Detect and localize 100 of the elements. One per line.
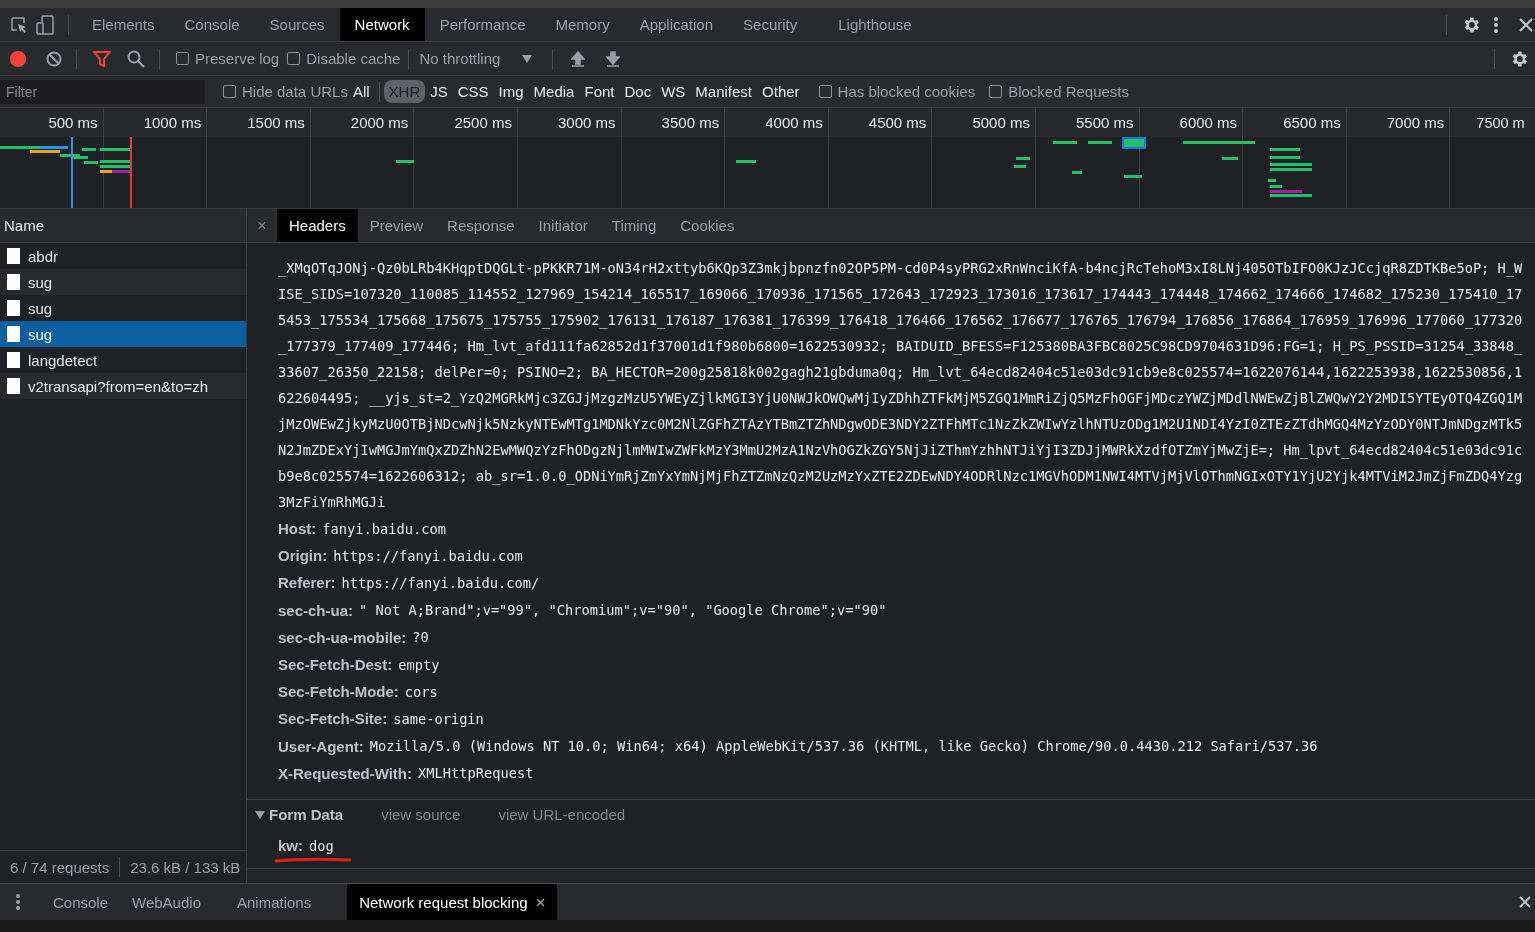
request-row[interactable]: sug — [0, 321, 246, 347]
form-field-name: kw: — [278, 837, 303, 855]
status-text: 6 / 74 requests — [9, 858, 111, 876]
time-tick-label: 500 ms — [48, 114, 98, 131]
header-value: ISE_SIDS=107320_110085_114552_127969_154214_165517_169066_170936_171565_172643_172923_173016_173617_174443_174448_174662_174666_174682_175230_175410_17 — [278, 286, 1523, 302]
checkbox-label: Preserve log — [195, 50, 280, 67]
request-row[interactable]: v2transapi?from=en&to=zh — [0, 373, 246, 399]
type-filter[interactable]: Img — [493, 80, 529, 103]
close-icon[interactable] — [1519, 17, 1533, 32]
time-tick-label: 5500 ms — [1076, 114, 1134, 131]
header-value: https://fanyi.baidu.com — [333, 547, 523, 564]
view-link[interactable]: view URL-encoded — [498, 806, 626, 824]
header-value: 622604495; __yjs_st=2_YzQ2MGRkMjc3ZGJjMzgzMzU5YWEyZjlkMGI3YjU0NWJkOWQwMjIyZDhhZTFkMjM5ZGQ1MmRiZjQ5MzFhOGFjMDczYWZjMDdlNWEwZjBlZWQwY2Y2MDI5YTEyOTQ4ZGQ1M — [278, 390, 1523, 406]
header-value: cors — [404, 683, 438, 700]
filter-icon[interactable] — [93, 50, 111, 67]
header-name: Sec-Fetch-Site: — [278, 710, 388, 728]
header-name: X-Requested-With: — [278, 764, 413, 782]
drawer-tab[interactable]: WebAudio — [120, 884, 213, 920]
details-tab[interactable]: Initiator — [526, 209, 600, 242]
time-tick-label: 1500 ms — [247, 114, 305, 131]
header-name: Referer: — [278, 574, 336, 592]
header-name: Origin: — [278, 547, 328, 565]
drawer-tab[interactable]: Console — [41, 884, 121, 920]
close-icon[interactable]: × — [247, 216, 277, 235]
time-tick-label: 7500 m — [1476, 114, 1525, 131]
type-filter[interactable]: WS — [656, 80, 691, 103]
header-name: Sec-Fetch-Dest: — [278, 656, 393, 674]
checkbox[interactable] — [287, 52, 301, 65]
more-options-icon[interactable] — [1493, 15, 1499, 34]
expand-triangle-icon[interactable] — [255, 810, 265, 819]
header-value: empty — [398, 656, 440, 673]
checkbox-label: Blocked Requests — [1008, 83, 1130, 100]
header-value: _177379_177409_177446; Hm_lvt_afd111fa62852d1f37001d1f980b6800=1622530932; BAIDUID_BFESS=F125380BA3FBC8025C98CD9704631D96:FG=1; H_PS_PSSID=31254_33848_ — [278, 338, 1523, 354]
throttling-dropdown[interactable]: No throttling — [419, 50, 501, 67]
type-filter[interactable]: Font — [579, 80, 620, 103]
more-options-icon[interactable] — [15, 893, 21, 911]
close-icon[interactable] — [1519, 896, 1531, 908]
time-tick-label: 2000 ms — [350, 114, 409, 131]
details-tab[interactable]: Cookies — [668, 209, 747, 242]
header-value: fanyi.baidu.com — [322, 520, 446, 537]
time-tick-label: 4500 ms — [868, 114, 927, 131]
download-icon[interactable] — [606, 50, 621, 67]
panel-tab[interactable]: Network — [339, 8, 425, 41]
section-title[interactable]: Form Data — [269, 806, 344, 824]
details-tab[interactable]: Response — [435, 209, 527, 242]
checkbox-label: Disable cache — [306, 50, 401, 67]
details-tab[interactable]: Headers — [277, 209, 358, 242]
type-filter[interactable]: Manifest — [690, 80, 758, 103]
time-tick-label: 2500 ms — [454, 114, 512, 131]
type-filter[interactable]: Media — [528, 80, 580, 103]
type-filter[interactable]: All — [347, 80, 375, 103]
panel-tab[interactable]: Lighthouse — [812, 8, 927, 41]
type-filter[interactable]: Other — [757, 80, 805, 103]
status-text: 23.6 kB / 133 kB — [129, 858, 242, 876]
clear-icon[interactable] — [46, 50, 62, 67]
panel-tab[interactable]: Elements — [77, 8, 170, 41]
upload-icon[interactable] — [571, 50, 586, 67]
header-name: sec-ch-ua: — [278, 601, 354, 619]
header-value: same-origin — [393, 710, 484, 727]
checkbox[interactable] — [176, 52, 189, 65]
checkbox-label: Hide data URLs — [242, 83, 348, 100]
record-icon[interactable] — [10, 50, 26, 67]
type-filter[interactable]: CSS — [452, 80, 494, 103]
filter-field[interactable]: Filter — [0, 79, 205, 104]
search-icon[interactable] — [127, 49, 145, 68]
panel-tab[interactable]: Console — [169, 8, 255, 41]
checkbox[interactable] — [989, 85, 1003, 98]
header-value: XMLHttpRequest — [418, 765, 534, 782]
inspect-icon[interactable] — [10, 15, 28, 34]
dropdown-caret-icon[interactable] — [522, 54, 533, 63]
checkbox-label: Has blocked cookies — [837, 83, 976, 100]
header-value: 3MzFiYmRhMGJi — [278, 494, 386, 510]
checkbox[interactable] — [223, 85, 236, 98]
drawer-tab[interactable]: Network request blocking — [347, 884, 557, 920]
panel-tab[interactable]: Sources — [254, 8, 340, 41]
view-link[interactable]: view source — [381, 806, 461, 824]
time-tick-label: 4000 ms — [765, 114, 823, 131]
close-icon[interactable] — [535, 897, 545, 907]
header-value: 5453_175534_175668_175675_175755_175902_176131_176187_176381_176399_176418_176466_176562_176677_176765_176794_176856_176864_176959_176996_177060_177320 — [278, 312, 1523, 328]
panel-tab[interactable]: Performance — [424, 8, 541, 41]
checkbox[interactable] — [818, 85, 832, 98]
drawer-tab[interactable]: Animations — [225, 884, 324, 920]
header-value: " Not A;Brand";v="99", "Chromium";v="90", "Google Chrome";v="90" — [359, 602, 887, 619]
details-tab[interactable]: Preview — [357, 209, 436, 242]
header-value: b9e8c025574=1622606312; ab_sr=1.0.0_ODNiYmRjZmYxYmNjMjFhZTZmNzQzM2UzMzYxZTE2ZDEwNDY4ODRlNzc1MGVhODM1NWI4MTVjMjVlOThmNGIxOTY1YjU2Yjk4MTViM2JmZjFmZDQ4Yzg — [278, 468, 1523, 484]
panel-tab[interactable]: Memory — [540, 8, 625, 41]
header-value: Mozilla/5.0 (Windows NT 10.0; Win64; x64) AppleWebKit/537.36 (KHTML, like Gecko) Chrome/90.0.4430.212 Safari/537.36 — [369, 738, 1318, 755]
header-value: ?0 — [412, 629, 429, 646]
panel-tab[interactable]: Security — [728, 8, 813, 41]
time-tick-label: 3500 ms — [661, 114, 720, 131]
request-row[interactable]: sug — [0, 269, 246, 295]
type-filter[interactable]: JS — [425, 80, 453, 103]
details-tab[interactable]: Timing — [599, 209, 669, 242]
header-value: N2JmZDExYjIwMGJmYmQxZDZhN2EwMWQzYzFhODgzNjlmMWIwZWFkMzY3MmU2MzA1NzVhOGZkZGY5NjJiZThmYzhhNTJiYjI3ZDJjMWRkXzdfOTZmYjMwZjE=; Hm_lpvt_64ecd82404c51e03dc91c — [278, 442, 1523, 458]
header-name: sec-ch-ua-mobile: — [278, 628, 407, 646]
column-header[interactable]: Name — [4, 217, 44, 234]
panel-tab[interactable]: Application — [624, 8, 729, 41]
time-tick-label: 5000 ms — [972, 114, 1030, 131]
device-toolbar-icon[interactable] — [36, 14, 54, 35]
type-filter[interactable]: Doc — [619, 80, 657, 103]
